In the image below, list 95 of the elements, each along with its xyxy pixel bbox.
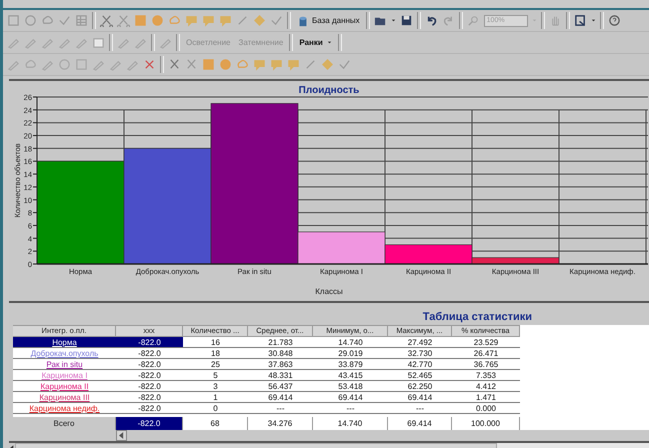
- note-icon[interactable]: [219, 14, 232, 27]
- chart-title: Плоидность: [298, 85, 360, 96]
- row-name[interactable]: Карцинома недиф.: [13, 403, 116, 414]
- frames-menu[interactable]: Ранки: [297, 34, 334, 51]
- row-name[interactable]: Рак in situ: [13, 359, 116, 370]
- table-cell: 18: [183, 348, 248, 359]
- circle-icon[interactable]: [151, 14, 164, 27]
- table-cell: ---: [388, 403, 452, 414]
- database-icon: [297, 14, 309, 26]
- table-cell: 33.879: [313, 359, 388, 370]
- table-cell: 1: [183, 392, 248, 403]
- note-icon[interactable]: [253, 58, 266, 71]
- cloud-icon[interactable]: [236, 58, 249, 71]
- square-icon[interactable]: [92, 36, 105, 49]
- page-icon[interactable]: [574, 14, 587, 27]
- table-cell: 69.414: [248, 392, 313, 403]
- table-cell: -822.0: [116, 417, 183, 430]
- square-icon[interactable]: [75, 58, 88, 71]
- table-cell: -822.0: [116, 381, 183, 392]
- pen-icon[interactable]: [24, 36, 37, 49]
- row-name[interactable]: Карцинома III: [13, 392, 116, 403]
- table-cell: 29.019: [313, 348, 388, 359]
- left-arrow-icon: [119, 432, 124, 439]
- check-icon[interactable]: [270, 14, 283, 27]
- x-axis-label: Классы: [315, 287, 343, 296]
- square-icon[interactable]: [7, 14, 20, 27]
- table-cell: -822.0: [116, 370, 183, 381]
- table-cell: 32.730: [388, 348, 452, 359]
- note-icon[interactable]: [202, 14, 215, 27]
- table-cell: 27.492: [388, 337, 452, 348]
- row-name[interactable]: Доброкач.опухоль: [13, 348, 116, 359]
- table-cell: ---: [313, 403, 388, 414]
- pen-icon[interactable]: [109, 58, 122, 71]
- note-icon[interactable]: [185, 14, 198, 27]
- total-label: Всего: [13, 417, 116, 430]
- table-cell: 16: [183, 337, 248, 348]
- cloud-icon[interactable]: [41, 14, 54, 27]
- cloud-icon[interactable]: [24, 58, 37, 71]
- table-cell: -822.0: [116, 403, 183, 414]
- slash-icon[interactable]: [236, 14, 249, 27]
- table-cell: 56.437: [248, 381, 313, 392]
- database-button[interactable]: База данных: [295, 12, 362, 29]
- table-cell: 30.848: [248, 348, 313, 359]
- diamond-icon[interactable]: [253, 14, 266, 27]
- table-cell: 37.863: [248, 359, 313, 370]
- pen-icon[interactable]: [7, 36, 20, 49]
- pen-icon[interactable]: [92, 58, 105, 71]
- row-name[interactable]: Карцинома II: [13, 381, 116, 392]
- table-cell: -822.0: [116, 348, 183, 359]
- table-cell: 53.418: [313, 381, 388, 392]
- table-cell: 69.414: [388, 392, 452, 403]
- pen-icon[interactable]: [134, 36, 147, 49]
- square-icon[interactable]: [134, 14, 147, 27]
- scroll-left-button[interactable]: [116, 430, 127, 441]
- table-cell: -822.0: [116, 337, 183, 348]
- table-cell: -822.0: [116, 359, 183, 370]
- pen-icon[interactable]: [41, 58, 54, 71]
- pen-icon[interactable]: [126, 58, 139, 71]
- row-name[interactable]: Норма: [13, 337, 116, 348]
- check-icon[interactable]: [58, 14, 71, 27]
- table-cell: 3: [183, 381, 248, 392]
- grid-icon[interactable]: [75, 14, 88, 27]
- pen-icon[interactable]: [75, 36, 88, 49]
- table-cell: 52.465: [388, 370, 452, 381]
- cross-icon[interactable]: [143, 58, 156, 71]
- table-cell: -822.0: [116, 392, 183, 403]
- pen-icon[interactable]: [7, 58, 20, 71]
- table-cell: 14.740: [313, 337, 388, 348]
- table-cell: 0: [183, 403, 248, 414]
- check-icon[interactable]: [338, 58, 351, 71]
- pen-icon[interactable]: [41, 36, 54, 49]
- slash-icon[interactable]: [304, 58, 317, 71]
- square-icon[interactable]: [202, 58, 215, 71]
- magnifier-icon[interactable]: [466, 14, 480, 27]
- circle-icon[interactable]: [219, 58, 232, 71]
- table-cell: 62.250: [388, 381, 452, 392]
- table-cell: ---: [248, 403, 313, 414]
- pen-icon[interactable]: [117, 36, 130, 49]
- table-cell: 48.331: [248, 370, 313, 381]
- pen-icon[interactable]: [159, 36, 172, 49]
- table-cell: 25: [183, 359, 248, 370]
- table-cell: 43.415: [313, 370, 388, 381]
- table-title: Таблица статистики: [422, 311, 533, 325]
- note-icon[interactable]: [270, 58, 283, 71]
- pen-icon[interactable]: [58, 36, 71, 49]
- cloud-icon[interactable]: [168, 14, 181, 27]
- table-cell: 21.783: [248, 337, 313, 348]
- table-cell: 69.414: [313, 392, 388, 403]
- table-cell: 42.770: [388, 359, 452, 370]
- circle-icon[interactable]: [58, 58, 71, 71]
- diamond-icon[interactable]: [321, 58, 334, 71]
- help-icon[interactable]: [608, 14, 621, 27]
- circle-icon[interactable]: [24, 14, 37, 27]
- table-cell: 5: [183, 370, 248, 381]
- note-icon[interactable]: [287, 58, 300, 71]
